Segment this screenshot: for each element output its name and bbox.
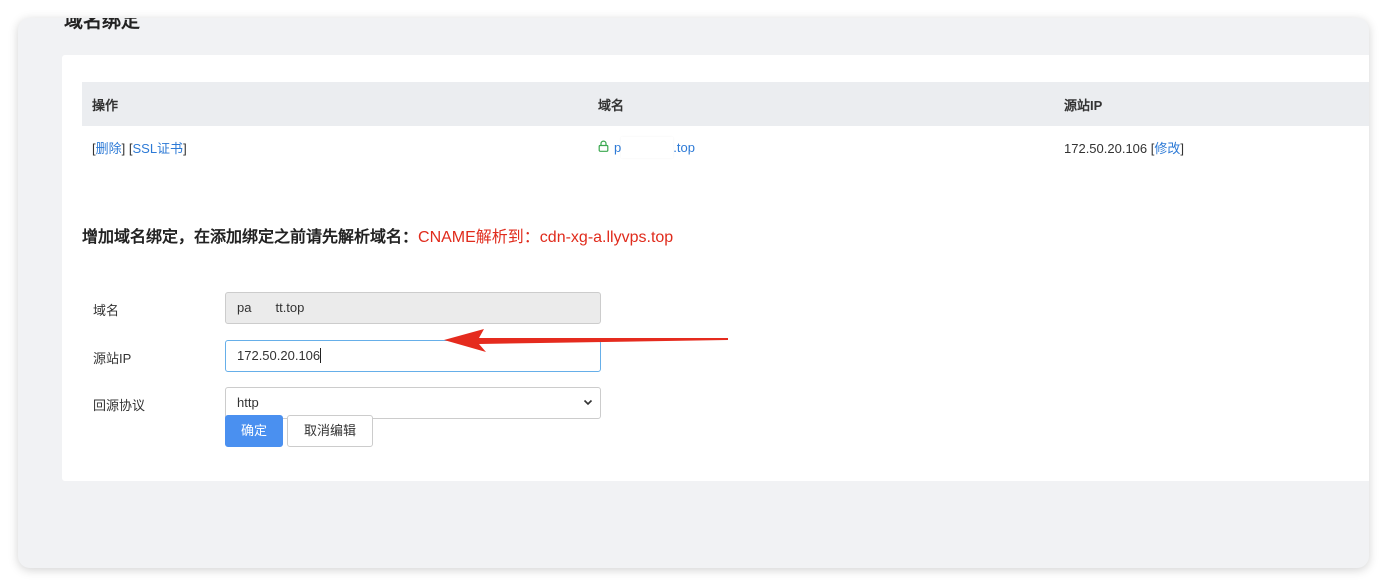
domain-cell: p .top: [588, 126, 1054, 169]
domain-suffix: .top: [673, 140, 695, 155]
origin-ip-form-row: 源站IP 172.50.20.106: [82, 340, 682, 372]
header-origin-ip: 源站IP: [1054, 82, 1369, 126]
table-header-row: 操作 域名 源站IP: [82, 82, 1369, 126]
edit-link[interactable]: 修改: [1154, 141, 1180, 156]
origin-ip-value: 172.50.20.106: [1064, 141, 1148, 156]
actions-cell: [删除] [SSL证书]: [92, 141, 187, 156]
add-binding-title: 增加域名绑定，在添加绑定之前请先解析域名：CNAME解析到：cdn-xg-a.l…: [82, 223, 673, 247]
domain-label: 域名: [93, 303, 120, 318]
lock-icon: [598, 140, 609, 152]
domain-input: pa tt.top: [225, 292, 601, 324]
cname-target: CNAME解析到：cdn-xg-a.llyvps.top: [418, 229, 674, 246]
redaction-block: [621, 137, 674, 158]
header-domain: 域名: [588, 82, 1054, 126]
protocol-label: 回源协议: [93, 398, 146, 413]
cancel-edit-button[interactable]: 取消编辑: [287, 415, 373, 447]
add-binding-instruction: 增加域名绑定，在添加绑定之前请先解析域名：: [82, 229, 419, 246]
header-actions: 操作: [82, 82, 588, 126]
app-window: 域名绑定 操作 域名 源站IP [删除] [SSL证书] p .top 172.…: [18, 18, 1369, 568]
protocol-form-row: 回源协议 http: [82, 387, 682, 419]
text-cursor: [320, 348, 322, 363]
chevron-down-icon: [583, 399, 593, 406]
section-title: 域名绑定: [64, 18, 141, 32]
domain-link[interactable]: p .top: [598, 137, 695, 158]
origin-ip-input[interactable]: 172.50.20.106: [225, 340, 601, 372]
domain-binding-panel: 操作 域名 源站IP [删除] [SSL证书] p .top 172.50.20…: [62, 55, 1369, 481]
protocol-select[interactable]: http: [225, 387, 601, 419]
confirm-button[interactable]: 确定: [225, 415, 283, 447]
origin-ip-label: 源站IP: [93, 351, 132, 366]
binding-table: 操作 域名 源站IP [删除] [SSL证书] p .top 172.50.20…: [82, 82, 1369, 169]
domain-prefix: p: [614, 140, 622, 155]
origin-ip-cell: 172.50.20.106 [修改]: [1064, 141, 1185, 156]
delete-link[interactable]: 删除: [96, 141, 122, 156]
table-row: [删除] [SSL证书] p .top 172.50.20.106 [修改]: [82, 126, 1369, 169]
domain-form-row: 域名 pa tt.top: [82, 292, 682, 324]
ssl-certificate-link[interactable]: SSL证书: [132, 141, 183, 156]
